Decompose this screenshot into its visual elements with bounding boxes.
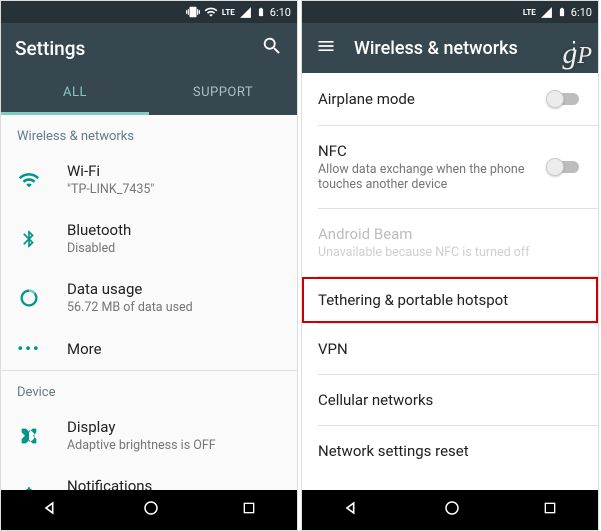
data-sub: 56.72 MB of data used xyxy=(67,300,281,315)
battery-icon xyxy=(557,5,567,19)
display-sub: Adaptive brightness is OFF xyxy=(67,438,281,453)
back-button[interactable] xyxy=(342,498,362,522)
vpn-title: VPN xyxy=(318,340,582,358)
more-icon: ••• xyxy=(17,339,41,358)
wireless-networks-screen: LTE 6:10 Wireless & networks ⋮ gP Airpla… xyxy=(301,0,599,531)
wifi-title: Wi-Fi xyxy=(67,162,281,180)
list-item-airplane[interactable]: Airplane mode xyxy=(302,73,598,125)
list-item-tethering[interactable]: Tethering & portable hotspot xyxy=(302,277,598,323)
list-item-reset[interactable]: Network settings reset xyxy=(302,426,598,476)
list-item-nfc[interactable]: NFC Allow data exchange when the phone t… xyxy=(302,126,598,208)
clock: 6:10 xyxy=(270,6,291,19)
tab-support[interactable]: SUPPORT xyxy=(149,73,297,115)
nfc-title: NFC xyxy=(318,142,546,160)
nfc-toggle[interactable] xyxy=(546,157,582,177)
list-item-more[interactable]: ••• More xyxy=(1,327,297,370)
lte-icon: LTE xyxy=(523,8,536,17)
list-item-android-beam: Android Beam Unavailable because NFC is … xyxy=(302,209,598,276)
list-item-notifications[interactable]: Notifications All apps allowed to send xyxy=(1,465,297,490)
signal-icon xyxy=(540,6,553,19)
data-usage-icon xyxy=(17,287,41,309)
signal-icon xyxy=(239,6,252,19)
nav-bar xyxy=(302,490,598,530)
app-bar: Wireless & networks ⋮ xyxy=(302,23,598,73)
recents-button[interactable] xyxy=(241,500,257,520)
settings-content: Wireless & networks Wi-Fi "TP-LINK_7435"… xyxy=(1,115,297,490)
tether-title: Tethering & portable hotspot xyxy=(318,291,582,309)
cell-title: Cellular networks xyxy=(318,391,582,409)
back-button[interactable] xyxy=(41,498,61,522)
list-item-vpn[interactable]: VPN xyxy=(302,324,598,374)
airplane-title: Airplane mode xyxy=(318,90,546,108)
battery-icon xyxy=(256,5,266,19)
list-item-wifi[interactable]: Wi-Fi "TP-LINK_7435" xyxy=(1,150,297,209)
app-bar: Settings ALL SUPPORT xyxy=(1,23,297,115)
reset-title: Network settings reset xyxy=(318,442,582,460)
data-title: Data usage xyxy=(67,280,281,298)
nav-bar xyxy=(1,490,297,530)
page-title: Settings xyxy=(15,37,243,60)
section-header-wireless: Wireless & networks xyxy=(1,115,297,150)
list-item-data-usage[interactable]: Data usage 56.72 MB of data used xyxy=(1,268,297,327)
section-header-device: Device xyxy=(1,371,297,406)
tab-all[interactable]: ALL xyxy=(1,73,149,115)
recents-button[interactable] xyxy=(542,500,558,520)
list-item-cellular[interactable]: Cellular networks xyxy=(302,375,598,425)
list-item-display[interactable]: Display Adaptive brightness is OFF xyxy=(1,406,297,465)
notifications-icon xyxy=(17,485,41,491)
display-icon xyxy=(17,425,41,447)
nfc-sub: Allow data exchange when the phone touch… xyxy=(318,162,546,192)
wifi-icon xyxy=(204,5,218,19)
vibrate-icon xyxy=(186,5,200,19)
notifications-title: Notifications xyxy=(67,477,281,490)
bluetooth-icon xyxy=(17,229,41,249)
list-item-bluetooth[interactable]: Bluetooth Disabled xyxy=(1,209,297,268)
beam-title: Android Beam xyxy=(318,225,582,243)
more-title: More xyxy=(67,340,281,358)
beam-sub: Unavailable because NFC is turned off xyxy=(318,245,582,260)
overflow-icon[interactable]: ⋮ xyxy=(564,38,584,58)
home-button[interactable] xyxy=(443,499,461,521)
tabs: ALL SUPPORT xyxy=(1,73,297,115)
bluetooth-title: Bluetooth xyxy=(67,221,281,239)
wifi-sub: "TP-LINK_7435" xyxy=(67,182,281,197)
airplane-toggle[interactable] xyxy=(546,89,582,109)
search-icon[interactable] xyxy=(261,35,283,61)
bluetooth-sub: Disabled xyxy=(67,241,281,256)
hamburger-icon[interactable] xyxy=(316,36,336,60)
lte-icon: LTE xyxy=(222,8,235,17)
clock: 6:10 xyxy=(571,6,592,19)
wireless-content: Airplane mode NFC Allow data exchange wh… xyxy=(302,73,598,490)
wifi-icon xyxy=(17,169,41,191)
page-title: Wireless & networks xyxy=(354,38,546,59)
status-bar: LTE 6:10 xyxy=(1,1,297,23)
status-bar: LTE 6:10 xyxy=(302,1,598,23)
settings-screen: LTE 6:10 Settings ALL SUPPORT Wireless &… xyxy=(0,0,298,531)
display-title: Display xyxy=(67,418,281,436)
home-button[interactable] xyxy=(142,499,160,521)
